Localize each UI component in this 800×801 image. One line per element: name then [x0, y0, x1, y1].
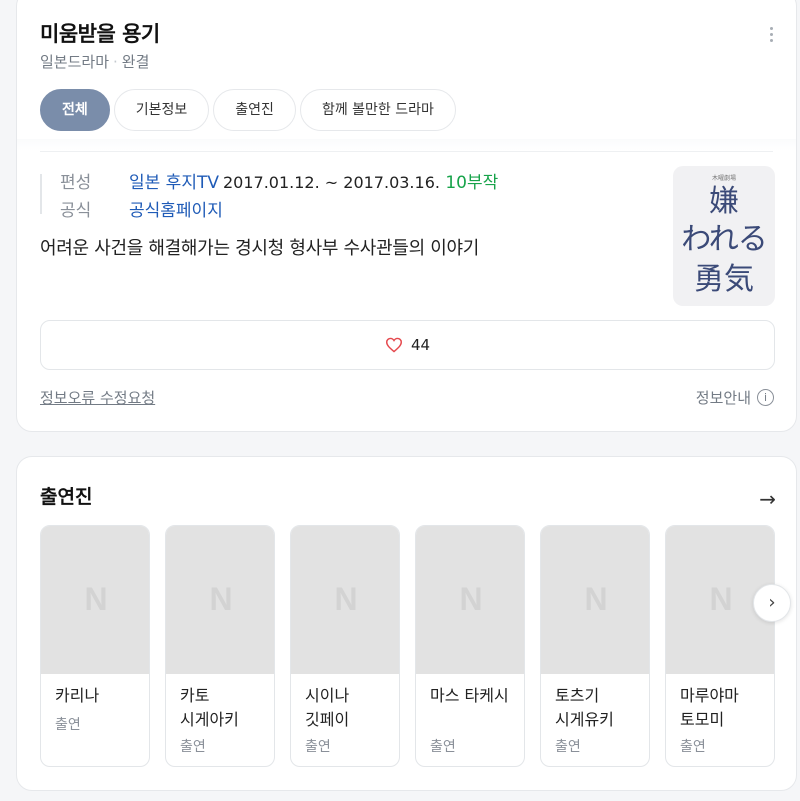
cast-name: 카리나: [55, 686, 100, 705]
cast-name: 마루야마 토모미: [680, 686, 739, 729]
cast-photo-placeholder: N: [541, 526, 649, 674]
more-options-icon[interactable]: [770, 27, 774, 43]
info-guide-label: 정보안내: [695, 389, 751, 407]
placeholder-logo: N: [209, 581, 233, 617]
drama-subtitle: 일본드라마 · 완결: [40, 51, 149, 72]
official-row: 공식 공식홈페이지: [60, 196, 223, 221]
cast-role: 출연: [430, 739, 456, 755]
placeholder-logo: N: [584, 581, 608, 617]
poster-title-line-3: 勇気: [694, 262, 754, 297]
cast-section-title: 출연진: [40, 486, 93, 508]
poster-title-line-2: われる: [681, 222, 768, 257]
heart-icon: [385, 337, 402, 353]
official-homepage-link[interactable]: 공식홈페이지: [129, 201, 223, 221]
like-count: 44: [410, 336, 431, 354]
report-error-link[interactable]: 정보오류 수정요청: [40, 387, 155, 408]
cast-role: 출연: [555, 739, 581, 755]
cast-item[interactable]: N 시이나 깃페이 출연: [290, 525, 400, 767]
drama-title: 미움받을 용기: [40, 22, 160, 46]
cast-photo-placeholder: N: [291, 526, 399, 674]
drama-info-card: 미움받을 용기 일본드라마 · 완결 전체 기본정보 출연진 함께 볼만한 드라마 …: [16, 0, 797, 432]
arrow-right-icon[interactable]: →: [759, 487, 776, 511]
official-key: 공식: [60, 201, 92, 221]
broadcaster-link[interactable]: 일본 후지TV: [129, 173, 219, 193]
carousel-next-button[interactable]: ›: [753, 584, 791, 622]
like-button[interactable]: 44: [40, 320, 775, 370]
cast-photo-placeholder: N: [166, 526, 274, 674]
drama-description: 어려운 사건을 해결해가는 경시청 형사부 수사관들의 이야기: [40, 238, 480, 259]
divider: [40, 151, 773, 152]
broadcast-dates: 2017.01.12. ~ 2017.03.16.: [222, 173, 440, 192]
cast-role: 출연: [680, 739, 706, 755]
cast-name: 시이나 깃페이: [305, 686, 350, 729]
cast-role: 출연: [180, 739, 206, 755]
info-guide[interactable]: 정보안내 i: [696, 387, 774, 408]
tab-bar: 전체 기본정보 출연진 함께 볼만한 드라마: [40, 89, 456, 131]
cast-item[interactable]: N 카리나 출연: [40, 525, 150, 767]
cast-name: 마스 타케시: [430, 686, 509, 705]
separator-dot: ·: [113, 53, 118, 71]
cast-card: 출연진 → N 카리나 출연 N 카토 시게아키 출연 N 시이나 깃페이 출연…: [16, 456, 797, 791]
info-icon: i: [757, 389, 774, 406]
cast-item[interactable]: N 마루야마 토모미 출연: [665, 525, 775, 767]
broadcast-row: 편성 일본 후지TV 2017.01.12. ~ 2017.03.16. 10부작: [60, 168, 498, 193]
tab-all[interactable]: 전체: [40, 89, 110, 131]
placeholder-logo: N: [459, 581, 483, 617]
cast-role: 출연: [305, 739, 331, 755]
cast-list: N 카리나 출연 N 카토 시게아키 출연 N 시이나 깃페이 출연 N 마스 …: [40, 525, 776, 768]
placeholder-logo: N: [84, 581, 108, 617]
cast-photo-placeholder: N: [416, 526, 524, 674]
cast-item[interactable]: N 마스 타케시 출연: [415, 525, 525, 767]
placeholder-logo: N: [334, 581, 358, 617]
cast-item[interactable]: N 토츠기 시게유키 출연: [540, 525, 650, 767]
episode-count: 10부작: [445, 173, 499, 193]
cast-name: 토츠기 시게유키: [555, 686, 614, 729]
cast-name: 카토 시게아키: [180, 686, 239, 729]
cast-photo-placeholder: N: [41, 526, 149, 674]
cast-item[interactable]: N 카토 시게아키 출연: [165, 525, 275, 767]
drama-category: 일본드라마: [40, 53, 110, 71]
tabs-shadow: [17, 139, 796, 151]
tab-recommended-dramas[interactable]: 함께 볼만한 드라마: [299, 89, 456, 131]
tab-basic-info[interactable]: 기본정보: [113, 89, 210, 131]
broadcast-key: 편성: [60, 173, 92, 193]
drama-status: 완결: [121, 53, 150, 71]
meta-bar: [40, 174, 42, 214]
drama-poster[interactable]: 木曜劇場 嫌 われる 勇気: [673, 166, 775, 306]
tab-cast[interactable]: 출연진: [213, 89, 296, 131]
cast-role: 출연: [55, 717, 81, 733]
